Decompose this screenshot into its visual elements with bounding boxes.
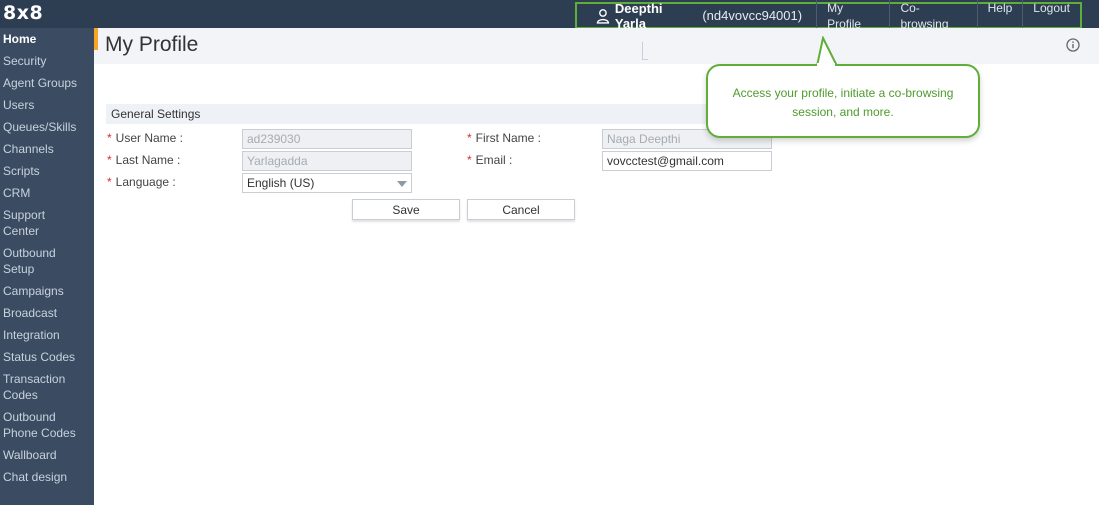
logout-link[interactable]: Logout <box>1022 0 1080 32</box>
sidebar: Home Security Agent Groups Users Queues/… <box>0 28 94 505</box>
required-mark: * <box>467 153 472 167</box>
callout-joint <box>817 63 835 67</box>
sidebar-item-agent-groups[interactable]: Agent Groups <box>0 75 94 91</box>
user-name-label: * User Name : <box>107 131 184 145</box>
top-bar: 8x8 Deepthi Yarla (nd4vovcc94001) My Pro… <box>0 0 1099 32</box>
sidebar-item-crm[interactable]: CRM <box>0 185 94 201</box>
sidebar-item-broadcast[interactable]: Broadcast <box>0 305 94 321</box>
sidebar-item-scripts[interactable]: Scripts <box>0 163 94 179</box>
email-field[interactable] <box>602 151 772 171</box>
user-menu-highlight: Deepthi Yarla (nd4vovcc94001) My Profile… <box>575 0 1082 32</box>
section-title: General Settings <box>111 107 201 121</box>
cancel-button[interactable]: Cancel <box>467 199 575 220</box>
sidebar-item-wallboard[interactable]: Wallboard <box>0 447 94 463</box>
first-name-label: * First Name : <box>467 131 542 145</box>
user-name-field <box>242 129 412 149</box>
language-select[interactable]: English (US) <box>242 173 412 193</box>
callout-pointer <box>816 36 838 66</box>
sidebar-item-users[interactable]: Users <box>0 97 94 113</box>
required-mark: * <box>107 131 112 145</box>
sidebar-item-outbound-phone-codes[interactable]: Outbound Phone Codes <box>0 409 80 441</box>
tooltip-callout: Access your profile, initiate a co-brows… <box>706 64 980 138</box>
general-settings-header: General Settings <box>106 104 736 124</box>
user-id: (nd4vovcc94001) <box>702 8 803 23</box>
save-button[interactable]: Save <box>352 199 460 220</box>
sidebar-item-integration[interactable]: Integration <box>0 327 94 343</box>
chevron-down-icon <box>397 181 407 187</box>
help-link[interactable]: Help <box>976 0 1023 32</box>
language-label: * Language : <box>107 175 176 189</box>
top-links: My Profile Co-browsing Help Logout <box>816 0 1080 32</box>
info-icon[interactable] <box>1066 38 1080 52</box>
email-label: * Email : <box>467 153 513 167</box>
active-accent <box>94 28 98 50</box>
last-name-label: * Last Name : <box>107 153 181 167</box>
page-header: My Profile <box>94 28 1099 64</box>
page-title: My Profile <box>105 33 199 56</box>
sidebar-item-campaigns[interactable]: Campaigns <box>0 283 94 299</box>
tooltip-text: Access your profile, initiate a co-brows… <box>732 86 954 119</box>
required-mark: * <box>107 153 112 167</box>
resize-mark <box>642 42 648 60</box>
user-icon <box>596 8 610 24</box>
user-name: Deepthi Yarla <box>614 0 663 31</box>
required-mark: * <box>107 175 112 189</box>
sidebar-item-chat-design[interactable]: Chat design <box>0 469 94 485</box>
language-value: English (US) <box>247 176 315 190</box>
sidebar-item-transaction-codes[interactable]: Transaction Codes <box>0 371 76 403</box>
sidebar-item-support-center[interactable]: Support Center <box>0 207 60 239</box>
last-name-field <box>242 151 412 171</box>
sidebar-item-home[interactable]: Home <box>0 31 94 47</box>
sidebar-item-outbound-setup[interactable]: Outbound Setup <box>0 245 60 277</box>
required-mark: * <box>467 131 472 145</box>
my-profile-link[interactable]: My Profile <box>816 0 889 32</box>
sidebar-item-channels[interactable]: Channels <box>0 141 94 157</box>
sidebar-item-security[interactable]: Security <box>0 53 94 69</box>
sidebar-item-queues-skills[interactable]: Queues/Skills <box>0 119 94 135</box>
logo: 8x8 <box>3 2 44 24</box>
sidebar-item-status-codes[interactable]: Status Codes <box>0 349 94 365</box>
co-browsing-link[interactable]: Co-browsing <box>889 0 976 32</box>
